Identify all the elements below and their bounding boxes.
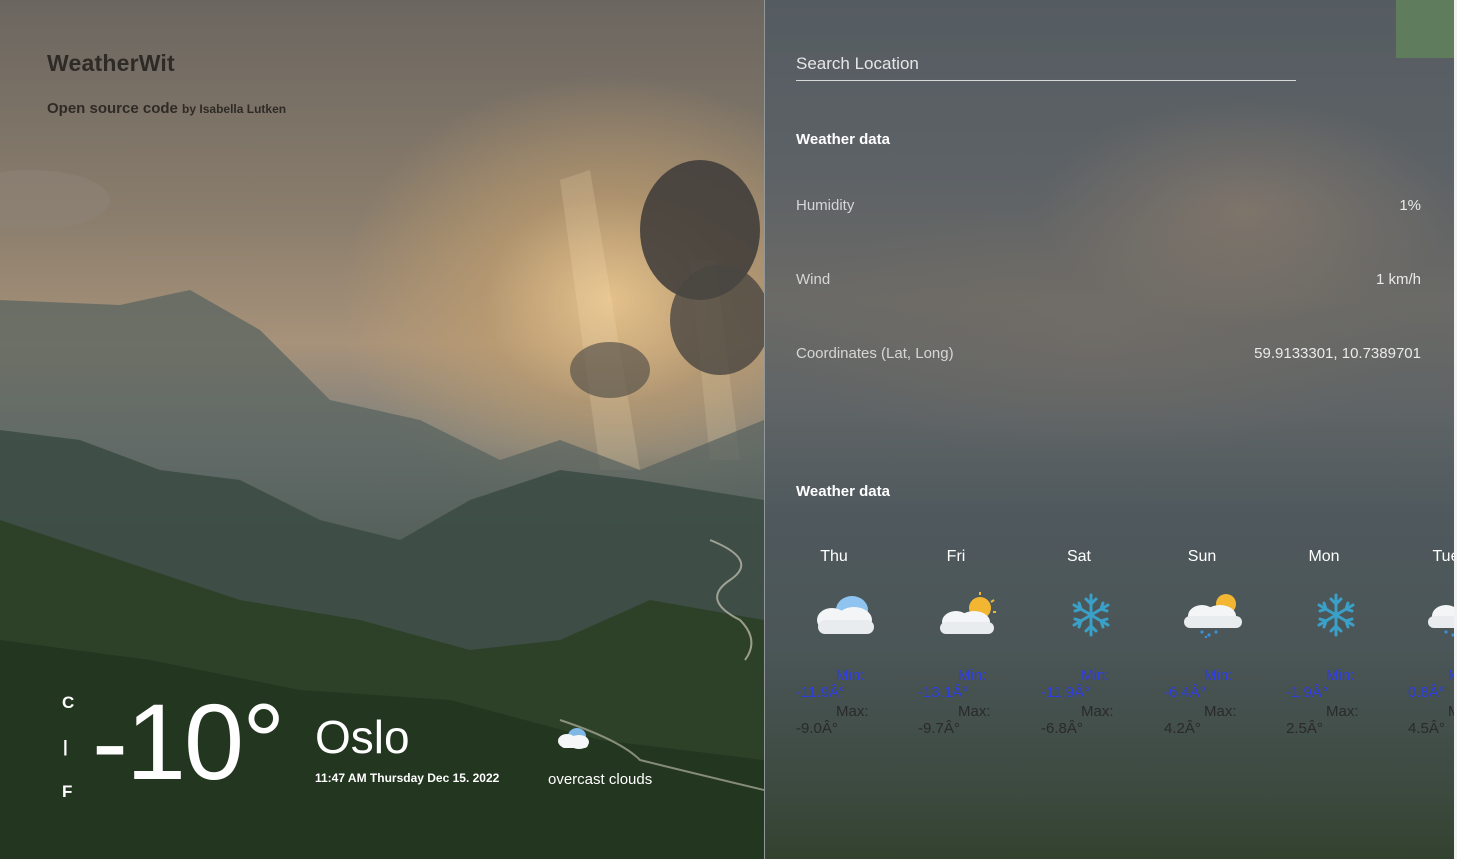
forecast-title: Weather data (796, 483, 890, 500)
celsius-button[interactable]: C (62, 693, 74, 713)
max-temp: -9.0Â° (796, 720, 838, 737)
humidity-value: 1% (1399, 197, 1421, 214)
day-name: Mon (1308, 548, 1340, 565)
credit-link[interactable]: Open source code (47, 100, 178, 117)
snowflake-icon (1072, 593, 1110, 637)
current-temperature: -10° (92, 681, 285, 802)
hero-panel: WeatherWit Open source code by Isabella … (0, 0, 764, 859)
day-name: Sat (1066, 548, 1091, 565)
min-label: Min: (1081, 667, 1110, 684)
max-temp: 4.5Â° (1408, 720, 1445, 737)
app-brand[interactable]: WeatherWit (47, 50, 175, 77)
condition-text: overcast clouds (548, 771, 653, 788)
forecast-day: Mon Min: -1.9Â° Max: 2.5Â° (1286, 540, 1386, 750)
forecast-day: Sun Min: -6.4Â° Max: 4.2Â° (1164, 540, 1264, 750)
coordinates-value: 59.9133301, 10.7389701 (1254, 345, 1421, 362)
min-label: Min: (836, 667, 865, 684)
min-temp: -13.1Â° (918, 684, 969, 701)
min-temp: -1.9Â° (1286, 684, 1328, 701)
forecast-day: Fri Min: -13.1Â° Max: -9.7Â° (918, 540, 1018, 750)
forecast-day: Sat Min: -11.9Â° Max: -6.8Â° (1041, 540, 1141, 750)
current-datetime: 11:47 AM Thursday Dec 15. 2022 (315, 771, 500, 785)
min-label: Min: (1204, 667, 1233, 684)
min-temp: -11.9Â° (1041, 684, 1091, 701)
min-label: Min: (958, 667, 987, 684)
min-temp: -6.4Â° (1164, 684, 1206, 701)
forecast-day: Tue Min: 0.8Â° Max: 4.5Â° (1408, 540, 1454, 750)
coordinates-label: Coordinates (Lat, Long) (796, 345, 954, 362)
forecast-list: Thu Min: -11.9Â° Max: -9.0Â° Fri Min: -1… (796, 540, 1454, 750)
min-temp: -11.9Â° (796, 684, 846, 701)
max-temp: 4.2Â° (1164, 720, 1201, 737)
max-temp: -6.8Â° (1041, 720, 1083, 737)
max-label: Max: (1326, 703, 1359, 720)
city-name: Oslo (315, 711, 410, 763)
day-name: Thu (820, 548, 848, 565)
day-name: Tue (1432, 548, 1455, 565)
fahrenheit-button[interactable]: F (62, 782, 72, 802)
credit-line[interactable]: Open source code by Isabella Lutken (47, 100, 286, 117)
max-label: Max: (958, 703, 991, 720)
max-label: Max: (1204, 703, 1237, 720)
max-temp: 2.5Â° (1286, 720, 1323, 737)
day-name: Fri (946, 548, 966, 565)
min-label: Min: (1448, 667, 1454, 684)
min-label: Min: (1326, 667, 1355, 684)
unit-separator: | (63, 737, 68, 756)
search-button[interactable] (1396, 0, 1454, 58)
credit-author: by Isabella Lutken (182, 102, 287, 116)
weather-data-title: Weather data (796, 131, 890, 148)
min-temp: 0.8Â° (1408, 684, 1445, 701)
snowflake-icon (1317, 593, 1355, 637)
cloudy-icon (817, 596, 874, 634)
search-input[interactable] (796, 48, 1296, 81)
rain-cloud-icon (1428, 605, 1454, 637)
max-label: Max: (1448, 703, 1454, 720)
forecast-day: Thu Min: -11.9Â° Max: -9.0Â° (796, 540, 896, 750)
max-label: Max: (836, 703, 869, 720)
day-name: Sun (1187, 548, 1217, 565)
max-label: Max: (1081, 703, 1114, 720)
sun-rain-cloud-icon (1184, 594, 1242, 638)
wind-value: 1 km/h (1375, 271, 1421, 288)
wind-label: Wind (796, 271, 831, 288)
humidity-label: Humidity (796, 197, 855, 214)
overcast-cloud-icon (558, 728, 589, 749)
partly-sunny-icon (940, 592, 996, 634)
max-temp: -9.7Â° (918, 720, 960, 737)
